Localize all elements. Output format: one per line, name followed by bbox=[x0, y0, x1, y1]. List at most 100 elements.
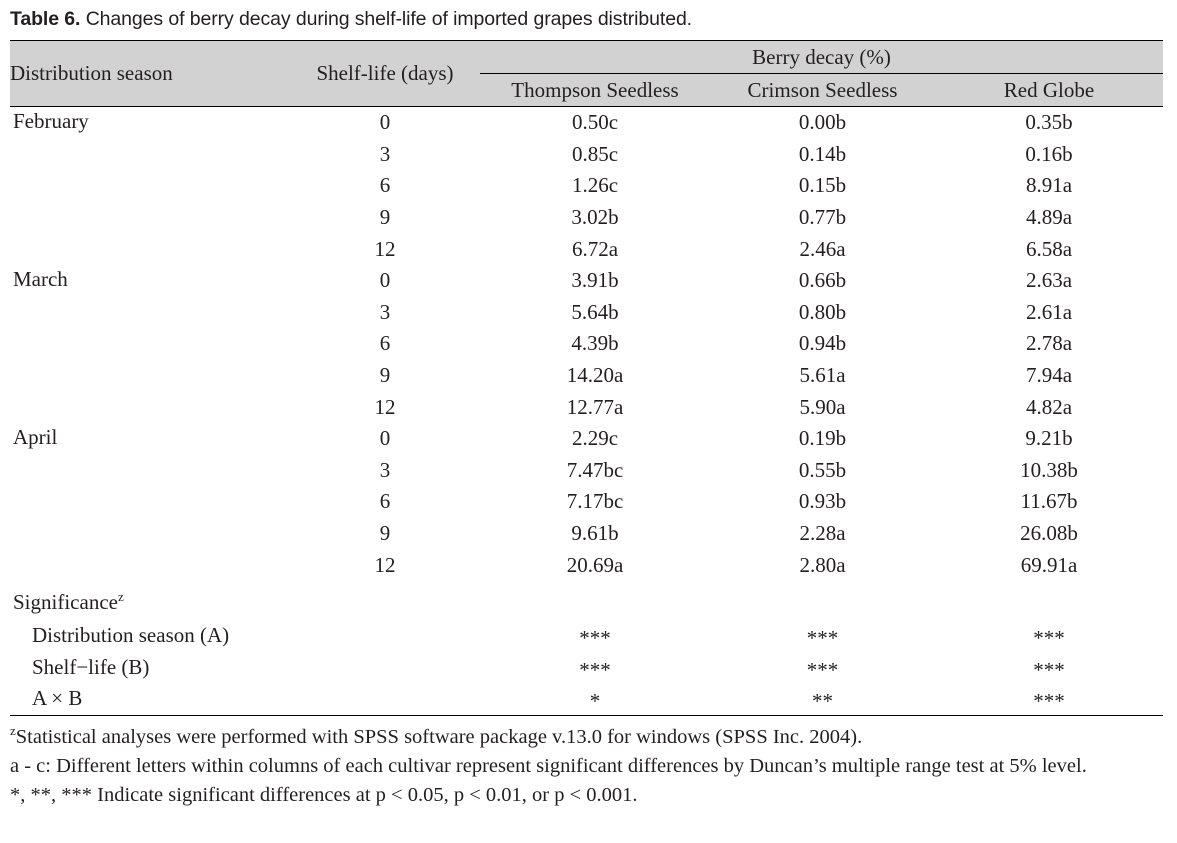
footnote-asterisks: *, **, *** Indicate significant differen… bbox=[10, 783, 638, 806]
table-caption-label: Table 6. bbox=[10, 8, 81, 30]
column-header-thompson-seedless: Thompson Seedless bbox=[480, 73, 710, 107]
thompson-value: 0.85c bbox=[571, 141, 619, 166]
shelf-life-value: 6 bbox=[379, 331, 391, 356]
significance-red-globe: *** bbox=[1033, 657, 1065, 682]
season-label-march: March bbox=[13, 266, 68, 291]
crimson-value: 2.28a bbox=[799, 521, 846, 546]
red-globe-value: 4.82a bbox=[1025, 394, 1073, 419]
column-header-red-globe: Red Globe bbox=[935, 73, 1164, 107]
footnote-letters: a - c: Different letters within columns … bbox=[10, 754, 1087, 777]
red-globe-value: 11.67b bbox=[1020, 489, 1078, 514]
thompson-value: 3.91b bbox=[571, 268, 619, 293]
crimson-value: 5.90a bbox=[799, 394, 846, 419]
shelf-life-value: 6 bbox=[379, 173, 391, 198]
red-globe-value: 8.91a bbox=[1025, 173, 1073, 198]
column-header-crimson-seedless: Crimson Seedless bbox=[710, 73, 935, 107]
table-caption: Table 6. Changes of berry decay during s… bbox=[10, 0, 1167, 40]
thompson-value: 6.72a bbox=[571, 236, 619, 261]
significance-crimson: ** bbox=[710, 683, 935, 716]
season-label-april: April bbox=[13, 424, 58, 449]
crimson-value: 0.55b bbox=[798, 457, 847, 482]
thompson-value: 5.64b bbox=[571, 299, 619, 324]
significance-thompson: *** bbox=[579, 626, 611, 651]
significance-title: Significancez bbox=[10, 581, 1163, 620]
red-globe-value: 2.63a bbox=[1025, 268, 1073, 293]
shelf-life-value: 9 bbox=[379, 521, 391, 546]
footnote-statistical-software: zStatistical analyses were performed wit… bbox=[10, 723, 1163, 752]
significance-red-globe: *** bbox=[1033, 626, 1065, 651]
table-page: Table 6. Changes of berry decay during s… bbox=[0, 0, 1177, 843]
red-globe-value: 69.91a bbox=[1020, 552, 1078, 577]
berry-decay-table: Distribution season Shelf-life (days) Be… bbox=[10, 40, 1164, 716]
red-globe-value: 9.21b bbox=[1025, 426, 1073, 451]
thompson-value: 12.77a bbox=[566, 394, 624, 419]
red-globe-value: 4.89a bbox=[1025, 205, 1073, 230]
significance-title-superscript: z bbox=[117, 589, 124, 605]
red-globe-value: 26.08b bbox=[1020, 521, 1078, 546]
season-label-february: February bbox=[10, 105, 290, 265]
shelf-life-value: 0 bbox=[379, 426, 391, 451]
crimson-value: 0.14b bbox=[798, 141, 847, 166]
shelf-life-value: 9 bbox=[379, 363, 391, 388]
significance-crimson: *** bbox=[806, 657, 839, 682]
red-globe-value: 2.61a bbox=[1025, 299, 1073, 324]
table-row: March 0 3.91b 0.66b 2.63a bbox=[10, 265, 1163, 297]
thompson-value: 0.50c bbox=[480, 105, 710, 139]
red-globe-value: 10.38b bbox=[1020, 457, 1078, 482]
column-header-distribution-season: Distribution season bbox=[10, 40, 290, 107]
column-header-shelf-life: Shelf-life (days) bbox=[290, 40, 480, 107]
significance-factor-label: Shelf−life (B) bbox=[32, 654, 150, 679]
significance-factor-label: Distribution season (A) bbox=[32, 623, 230, 648]
red-globe-value: 2.78a bbox=[1025, 331, 1073, 356]
table-row: February 0 0.50c 0.00b 0.35b bbox=[10, 105, 1164, 265]
column-header-berry-decay-group: Berry decay (%) bbox=[480, 40, 1164, 74]
header-row-top: Distribution season Shelf-life (days) Be… bbox=[10, 40, 1164, 107]
shelf-life-value: 3 bbox=[379, 141, 391, 166]
thompson-value: 2.29c bbox=[571, 426, 619, 451]
shelf-life-value: 0 bbox=[379, 268, 391, 293]
shelf-life-value: 12 bbox=[374, 552, 396, 577]
shelf-life-value: 0 bbox=[290, 105, 480, 139]
crimson-value: 0.77b bbox=[798, 205, 847, 230]
table-caption-text: Changes of berry decay during shelf-life… bbox=[85, 8, 693, 30]
significance-crimson: *** bbox=[806, 626, 839, 651]
red-globe-value: 0.35b bbox=[935, 105, 1164, 139]
significance-row: Shelf−life (B) *** *** *** bbox=[10, 652, 1163, 684]
significance-row: A × B * ** *** bbox=[10, 683, 1164, 716]
significance-thompson: *** bbox=[579, 657, 611, 682]
significance-row: Distribution season (A) *** *** *** bbox=[10, 620, 1163, 652]
thompson-value: 7.17bc bbox=[566, 489, 624, 514]
thompson-value: 20.69a bbox=[566, 552, 624, 577]
significance-thompson: * bbox=[480, 683, 710, 716]
crimson-value: 5.61a bbox=[799, 363, 846, 388]
thompson-value: 14.20a bbox=[566, 363, 624, 388]
significance-header-row: Significancez bbox=[10, 581, 1163, 620]
table-head: Distribution season Shelf-life (days) Be… bbox=[10, 40, 1164, 107]
significance-red-globe: *** bbox=[935, 683, 1164, 716]
thompson-value: 7.47bc bbox=[566, 457, 624, 482]
table-footnotes: zStatistical analyses were performed wit… bbox=[10, 723, 1163, 810]
red-globe-value: 0.16b bbox=[1025, 141, 1073, 166]
thompson-value: 9.61b bbox=[571, 521, 619, 546]
shelf-life-value: 12 bbox=[374, 236, 396, 261]
crimson-value: 0.94b bbox=[798, 331, 847, 356]
thompson-value: 3.02b bbox=[571, 205, 619, 230]
crimson-value: 0.66b bbox=[798, 268, 847, 293]
crimson-value: 0.15b bbox=[798, 173, 847, 198]
table-row: April 0 2.29c 0.19b 9.21b bbox=[10, 423, 1163, 455]
crimson-value: 2.46a bbox=[799, 236, 846, 261]
crimson-value: 0.19b bbox=[798, 426, 847, 451]
footnote-1-text: Statistical analyses were performed with… bbox=[15, 725, 863, 748]
crimson-value: 2.80a bbox=[799, 552, 846, 577]
significance-factor-label: A × B bbox=[10, 683, 480, 716]
crimson-value: 0.00b bbox=[710, 105, 935, 139]
thompson-value: 4.39b bbox=[571, 331, 619, 356]
red-globe-value: 6.58a bbox=[1025, 236, 1073, 261]
table-body: February 0 0.50c 0.00b 0.35b 3 0.85c 0.1… bbox=[10, 105, 1164, 716]
thompson-value: 1.26c bbox=[571, 173, 619, 198]
shelf-life-value: 6 bbox=[379, 489, 391, 514]
shelf-life-value: 3 bbox=[379, 299, 391, 324]
crimson-value: 0.93b bbox=[798, 489, 847, 514]
shelf-life-value: 9 bbox=[379, 205, 391, 230]
shelf-life-value: 3 bbox=[379, 457, 391, 482]
